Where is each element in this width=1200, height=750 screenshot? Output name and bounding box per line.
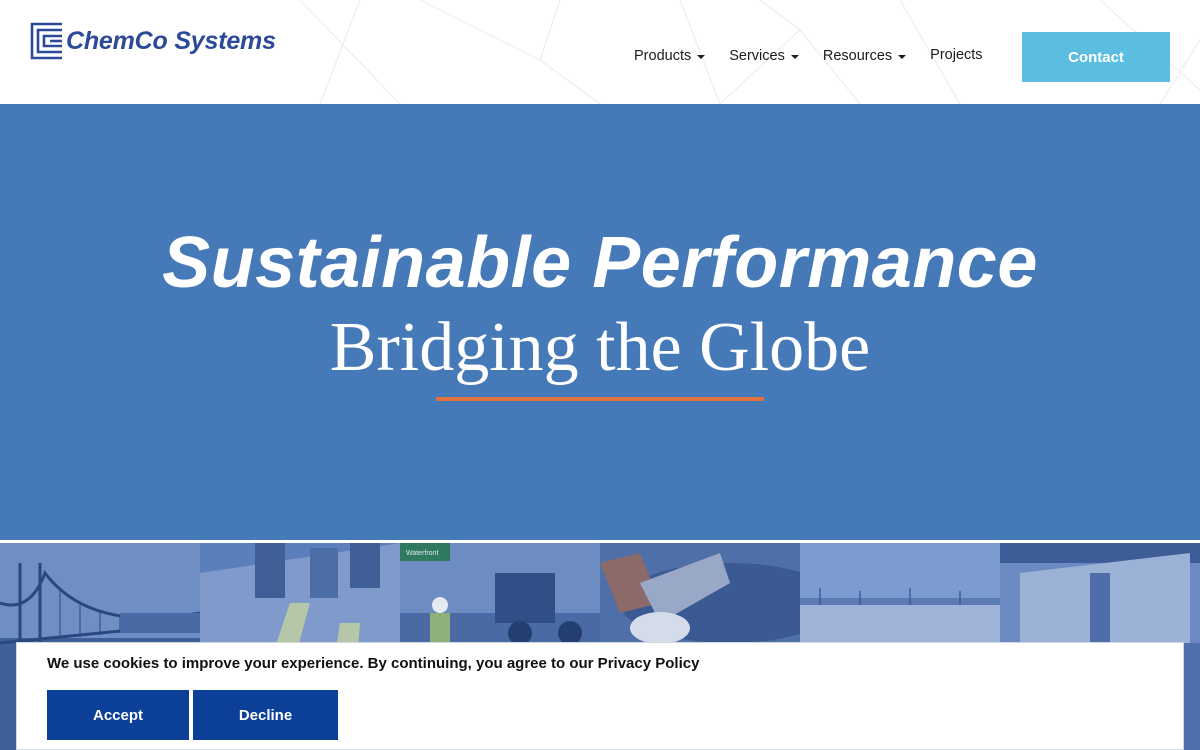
nav-item-label: Resources — [822, 48, 893, 64]
caret-down-icon — [790, 55, 799, 59]
nav-item-label: Products — [634, 48, 692, 64]
hero-subtitle: Bridging the Globe — [329, 309, 871, 386]
nav-item-label: Services — [729, 48, 785, 64]
street-sign-text: Waterfront — [406, 550, 438, 557]
caret-down-icon — [898, 55, 907, 59]
decline-cookies-button[interactable]: Decline — [193, 690, 338, 740]
brand-name: ChemCo Systems — [66, 26, 276, 55]
nav-item-resources[interactable]: Resources — [822, 48, 907, 64]
hero-title: Sustainable Performance — [162, 223, 1038, 303]
nav-item-services[interactable]: Services — [729, 48, 799, 64]
accept-cookies-button[interactable]: Accept — [47, 690, 189, 740]
hero-accent-underline — [436, 397, 764, 401]
cookie-banner: We use cookies to improve your experienc… — [16, 642, 1184, 750]
logo[interactable]: ChemCo Systems — [30, 22, 276, 60]
nav-item-label: Projects — [930, 47, 983, 63]
chemco-logo-icon — [30, 22, 62, 60]
cookie-message: We use cookies to improve your experienc… — [47, 655, 700, 672]
hero-section: Sustainable Performance Bridging the Glo… — [0, 104, 1200, 540]
nav-item-projects[interactable]: Projects — [930, 47, 982, 63]
nav-item-products[interactable]: Products — [634, 48, 706, 64]
caret-down-icon — [697, 55, 706, 59]
main-nav: Products Services Resources Projects — [634, 47, 1007, 64]
site-header: ChemCo Systems Products Services Resourc… — [0, 0, 1200, 104]
contact-button[interactable]: Contact — [1022, 32, 1170, 82]
